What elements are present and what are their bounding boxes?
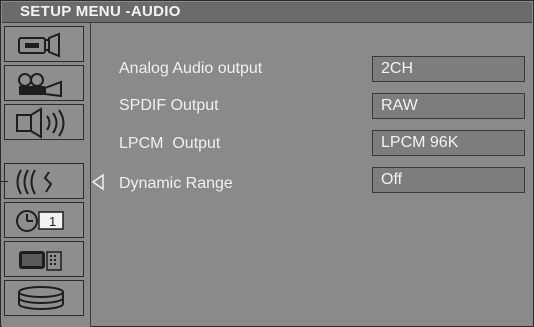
- sidebar-item-video[interactable]: [4, 26, 84, 62]
- audio-wave-icon: [16, 169, 53, 195]
- selection-arrow-icon: [91, 173, 104, 191]
- title-bar: SETUP MENU -AUDIO: [2, 2, 532, 23]
- projector-icon: [18, 73, 62, 98]
- sidebar-item-playback[interactable]: [4, 65, 84, 101]
- disc-stack-icon: [18, 286, 64, 310]
- sidebar-item-display[interactable]: [4, 241, 84, 277]
- setting-label-analog: Analog Audio output: [119, 60, 263, 77]
- pointer-line: [0, 181, 8, 182]
- sidebar-item-speaker[interactable]: [4, 104, 84, 140]
- sidebar-item-audio[interactable]: [4, 163, 84, 199]
- setting-label-spdif: SPDIF Output: [119, 97, 219, 114]
- sidebar: 1: [2, 23, 91, 327]
- sidebar-item-disc[interactable]: [4, 280, 84, 316]
- tv-remote-icon: [19, 251, 62, 271]
- camera-icon: [18, 32, 60, 58]
- speaker-icon: [16, 107, 65, 139]
- setting-label-dynamic-range: Dynamic Range: [119, 175, 233, 192]
- setting-value-analog[interactable]: 2CH: [372, 56, 525, 82]
- setting-label-lpcm: LPCM Output: [119, 135, 221, 152]
- setting-value-dynamic-range[interactable]: Off: [372, 167, 525, 193]
- setup-menu-screen: SETUP MENU -AUDIO 1 Analog Audio output …: [0, 0, 534, 327]
- setting-value-spdif[interactable]: RAW: [372, 93, 525, 119]
- setting-value-lpcm[interactable]: LPCM 96K: [372, 130, 525, 156]
- clock-icon: 1: [16, 210, 64, 232]
- menu-title: SETUP MENU -AUDIO: [20, 3, 181, 20]
- clock-badge-number: 1: [49, 214, 56, 229]
- sidebar-item-clock[interactable]: 1: [4, 202, 84, 238]
